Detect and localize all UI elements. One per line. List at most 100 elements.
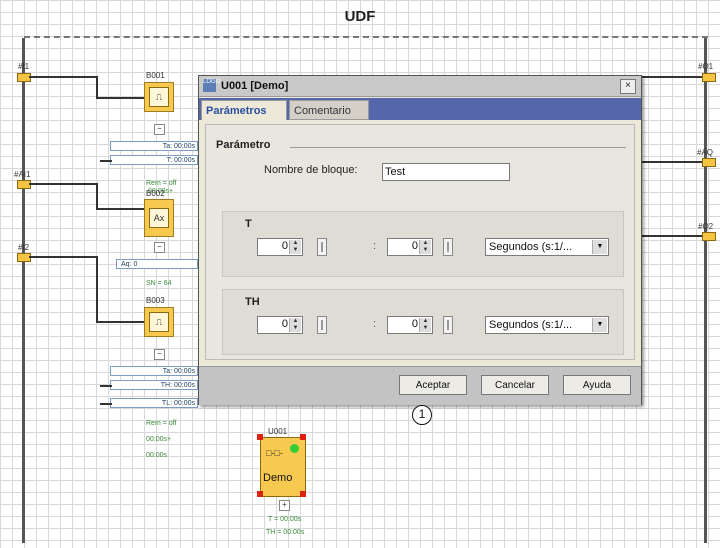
wire-i1	[29, 76, 97, 78]
udf-output-bar	[704, 38, 707, 543]
selection-handle-top-right[interactable]	[300, 434, 306, 440]
status-indicator	[290, 444, 299, 453]
wire-b001-param-t	[100, 160, 112, 162]
spin-arrows-icon[interactable]: ▲ ▼	[289, 240, 301, 254]
t-value1-slider[interactable]	[317, 238, 327, 256]
th-value1-spinner[interactable]: 0 ▲ ▼	[257, 316, 303, 334]
block-b003[interactable]: ⎍	[144, 307, 174, 337]
b002-sn-value: SN = 64	[146, 280, 172, 287]
b001-param-ta: Ta: 00:00s	[110, 141, 198, 151]
output-label-q2: #Q2	[698, 222, 714, 231]
udf-icon: □-□-	[266, 448, 283, 458]
wire-output-aq	[640, 161, 702, 163]
spin-arrows-icon[interactable]: ▲ ▼	[289, 318, 301, 332]
th-value1-slider[interactable]	[317, 316, 327, 334]
logo-app-icon: LOGO	[203, 79, 220, 92]
wire-b003-param-th	[100, 385, 112, 387]
b003-time-value-2: 00:00s	[146, 452, 168, 459]
analog-amplifier-icon: Ax	[149, 208, 169, 228]
b003-param-tl: TL: 00:00s	[110, 398, 198, 408]
selection-handle-bottom-right[interactable]	[300, 491, 306, 497]
t-value1-spinner[interactable]: 0 ▲ ▼	[257, 238, 303, 256]
th-unit-value: Segundos (s:1/...	[489, 319, 573, 331]
block-u001-name: Demo	[263, 472, 293, 484]
collapse-b003-button[interactable]: −	[154, 349, 165, 360]
section-divider	[290, 147, 626, 148]
udf-input-bar	[22, 38, 25, 543]
collapse-b002-button[interactable]: −	[154, 242, 165, 253]
wire-i1-vertical	[96, 76, 98, 98]
wire-output-q1	[640, 76, 702, 78]
b002-param-aq: Aq: 0	[116, 259, 198, 269]
th-value2: 0	[411, 318, 418, 330]
block-b001[interactable]: ⎍	[144, 82, 174, 112]
b001-remanence: Rem = off	[146, 180, 177, 187]
block-b002[interactable]: Ax	[144, 199, 174, 237]
output-connector-q1[interactable]	[702, 73, 716, 82]
u001-param-th: TH = 00:00s	[266, 529, 305, 536]
spin-arrows-icon[interactable]: ▲ ▼	[419, 318, 431, 332]
th-value1: 0	[281, 318, 288, 330]
t-parameter-group: T 0 ▲ ▼ : 0 ▲ ▼ Segundos (s:1/... ▼	[222, 211, 624, 277]
block-u001-label: U001	[268, 427, 288, 436]
u001-param-t: T = 00:00s	[268, 516, 302, 523]
t-unit-value: Segundos (s:1/...	[489, 241, 573, 253]
help-button[interactable]: Ayuda	[563, 375, 631, 395]
on-delay-icon: ⎍	[149, 87, 169, 107]
section-title: Parámetro	[216, 139, 271, 151]
block-u001[interactable]: □-□- Demo	[260, 437, 306, 497]
expand-u001-button[interactable]: +	[279, 500, 290, 511]
b003-remanence: Rem = off	[146, 420, 177, 427]
output-connector-aq[interactable]	[702, 158, 716, 167]
block-name-input[interactable]: Test	[382, 163, 510, 181]
input-label-i2: #I2	[18, 243, 30, 252]
wire-output-q2	[640, 235, 702, 237]
close-button[interactable]: ×	[620, 79, 636, 94]
b003-param-th: TH: 00:00s	[110, 380, 198, 390]
t-value2-slider[interactable]	[443, 238, 453, 256]
callout-marker: 1	[412, 405, 432, 425]
t-separator: :	[373, 240, 377, 252]
t-value2: 0	[411, 240, 418, 252]
wire-ai1-vertical	[96, 183, 98, 209]
input-label-ai1: #AI1	[14, 170, 31, 179]
tab-parametros[interactable]: Parámetros	[201, 100, 287, 120]
b001-param-t: T: 00:00s	[110, 155, 198, 165]
wire-ai1	[29, 183, 97, 185]
th-value2-slider[interactable]	[443, 316, 453, 334]
wire-i2	[29, 256, 97, 258]
wire-ai1-to-b002	[96, 208, 144, 210]
output-connector-q2[interactable]	[702, 232, 716, 241]
udf-title: UDF	[344, 8, 376, 25]
t-unit-select[interactable]: Segundos (s:1/... ▼	[485, 238, 609, 256]
th-unit-select[interactable]: Segundos (s:1/... ▼	[485, 316, 609, 334]
wire-b003-param-tl	[100, 403, 112, 405]
t-value2-spinner[interactable]: 0 ▲ ▼	[387, 238, 433, 256]
block-name-label: Nombre de bloque:	[264, 164, 358, 176]
chevron-down-icon[interactable]: ▼	[592, 318, 607, 332]
block-b002-label: B002	[146, 189, 165, 198]
wire-i2-vertical	[96, 256, 98, 322]
b003-param-ta: Ta: 00:00s	[110, 366, 198, 376]
selection-handle-bottom-left[interactable]	[257, 491, 263, 497]
b003-time-value-1: 00:00s+	[146, 436, 172, 443]
th-value2-spinner[interactable]: 0 ▲ ▼	[387, 316, 433, 334]
ok-button[interactable]: Aceptar	[399, 375, 467, 395]
t-group-title: T	[245, 218, 252, 230]
spin-arrows-icon[interactable]: ▲ ▼	[419, 240, 431, 254]
tab-comentario[interactable]: Comentario	[289, 100, 369, 120]
dialog-button-bar: Aceptar Cancelar Ayuda	[199, 366, 641, 405]
dialog-titlebar[interactable]: LOGO U001 [Demo] ×	[199, 76, 641, 97]
pulse-timer-icon: ⎍	[149, 312, 169, 332]
collapse-b001-button[interactable]: −	[154, 124, 165, 135]
cancel-button[interactable]: Cancelar	[481, 375, 549, 395]
th-separator: :	[373, 318, 377, 330]
dialog-title: U001 [Demo]	[221, 80, 289, 92]
selection-handle-top-left[interactable]	[257, 434, 263, 440]
dialog-tabs: Parámetros Comentario	[199, 98, 641, 120]
block-b001-label: B001	[146, 71, 165, 80]
t-value1: 0	[281, 240, 288, 252]
chevron-down-icon[interactable]: ▼	[592, 240, 607, 254]
block-b003-label: B003	[146, 296, 165, 305]
th-parameter-group: TH 0 ▲ ▼ : 0 ▲ ▼ Segundos (s:1/... ▼	[222, 289, 624, 355]
